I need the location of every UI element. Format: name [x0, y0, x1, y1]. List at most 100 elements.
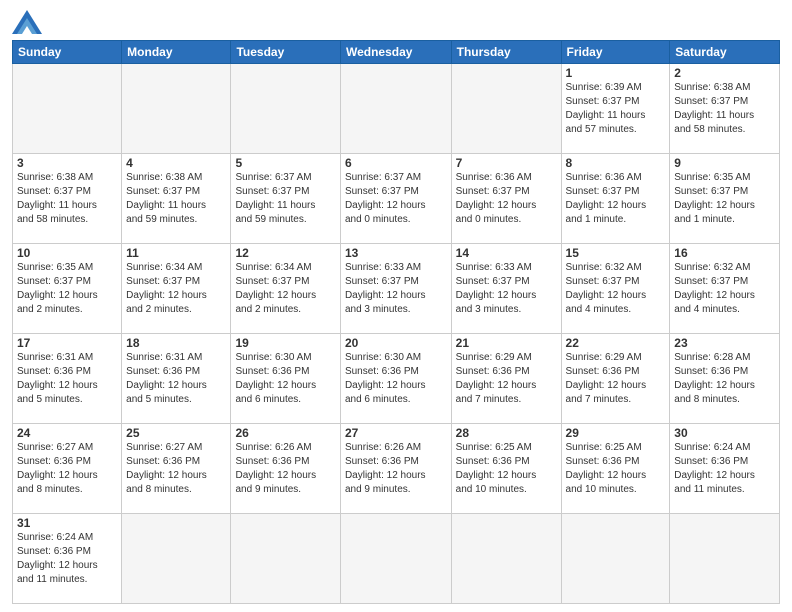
logo [12, 10, 46, 34]
calendar-cell [670, 514, 780, 604]
calendar-cell: 4Sunrise: 6:38 AMSunset: 6:37 PMDaylight… [122, 154, 231, 244]
calendar-cell: 28Sunrise: 6:25 AMSunset: 6:36 PMDayligh… [451, 424, 561, 514]
day-number: 18 [126, 336, 226, 350]
day-info: Sunrise: 6:30 AMSunset: 6:36 PMDaylight:… [235, 351, 335, 407]
calendar-cell: 30Sunrise: 6:24 AMSunset: 6:36 PMDayligh… [670, 424, 780, 514]
logo-icon [12, 10, 42, 34]
day-info: Sunrise: 6:35 AMSunset: 6:37 PMDaylight:… [674, 171, 775, 227]
day-info: Sunrise: 6:37 AMSunset: 6:37 PMDaylight:… [345, 171, 447, 227]
calendar-cell: 17Sunrise: 6:31 AMSunset: 6:36 PMDayligh… [13, 334, 122, 424]
calendar-cell [451, 64, 561, 154]
day-number: 9 [674, 156, 775, 170]
day-number: 19 [235, 336, 335, 350]
header-sunday: Sunday [13, 41, 122, 64]
day-number: 28 [456, 426, 557, 440]
day-number: 11 [126, 246, 226, 260]
day-number: 17 [17, 336, 117, 350]
day-info: Sunrise: 6:34 AMSunset: 6:37 PMDaylight:… [126, 261, 226, 317]
calendar-cell: 26Sunrise: 6:26 AMSunset: 6:36 PMDayligh… [231, 424, 340, 514]
day-number: 4 [126, 156, 226, 170]
day-info: Sunrise: 6:34 AMSunset: 6:37 PMDaylight:… [235, 261, 335, 317]
calendar-cell: 6Sunrise: 6:37 AMSunset: 6:37 PMDaylight… [340, 154, 451, 244]
day-info: Sunrise: 6:25 AMSunset: 6:36 PMDaylight:… [456, 441, 557, 497]
calendar-cell [561, 514, 670, 604]
calendar-week-row: 1Sunrise: 6:39 AMSunset: 6:37 PMDaylight… [13, 64, 780, 154]
calendar-cell: 5Sunrise: 6:37 AMSunset: 6:37 PMDaylight… [231, 154, 340, 244]
calendar-cell: 29Sunrise: 6:25 AMSunset: 6:36 PMDayligh… [561, 424, 670, 514]
calendar-cell: 11Sunrise: 6:34 AMSunset: 6:37 PMDayligh… [122, 244, 231, 334]
day-number: 12 [235, 246, 335, 260]
day-info: Sunrise: 6:38 AMSunset: 6:37 PMDaylight:… [17, 171, 117, 227]
day-number: 5 [235, 156, 335, 170]
day-info: Sunrise: 6:31 AMSunset: 6:36 PMDaylight:… [126, 351, 226, 407]
calendar-cell: 24Sunrise: 6:27 AMSunset: 6:36 PMDayligh… [13, 424, 122, 514]
day-info: Sunrise: 6:37 AMSunset: 6:37 PMDaylight:… [235, 171, 335, 227]
day-number: 1 [566, 66, 666, 80]
day-info: Sunrise: 6:30 AMSunset: 6:36 PMDaylight:… [345, 351, 447, 407]
calendar-cell: 2Sunrise: 6:38 AMSunset: 6:37 PMDaylight… [670, 64, 780, 154]
day-number: 27 [345, 426, 447, 440]
day-number: 10 [17, 246, 117, 260]
calendar-week-row: 31Sunrise: 6:24 AMSunset: 6:36 PMDayligh… [13, 514, 780, 604]
day-info: Sunrise: 6:24 AMSunset: 6:36 PMDaylight:… [17, 531, 117, 587]
header-thursday: Thursday [451, 41, 561, 64]
header-saturday: Saturday [670, 41, 780, 64]
day-info: Sunrise: 6:36 AMSunset: 6:37 PMDaylight:… [566, 171, 666, 227]
calendar-cell: 12Sunrise: 6:34 AMSunset: 6:37 PMDayligh… [231, 244, 340, 334]
day-number: 14 [456, 246, 557, 260]
calendar-cell: 16Sunrise: 6:32 AMSunset: 6:37 PMDayligh… [670, 244, 780, 334]
day-info: Sunrise: 6:24 AMSunset: 6:36 PMDaylight:… [674, 441, 775, 497]
calendar-cell: 22Sunrise: 6:29 AMSunset: 6:36 PMDayligh… [561, 334, 670, 424]
day-number: 31 [17, 516, 117, 530]
day-number: 22 [566, 336, 666, 350]
calendar-cell: 3Sunrise: 6:38 AMSunset: 6:37 PMDaylight… [13, 154, 122, 244]
calendar-cell: 18Sunrise: 6:31 AMSunset: 6:36 PMDayligh… [122, 334, 231, 424]
calendar-cell: 25Sunrise: 6:27 AMSunset: 6:36 PMDayligh… [122, 424, 231, 514]
calendar-cell: 14Sunrise: 6:33 AMSunset: 6:37 PMDayligh… [451, 244, 561, 334]
calendar-week-row: 3Sunrise: 6:38 AMSunset: 6:37 PMDaylight… [13, 154, 780, 244]
day-info: Sunrise: 6:25 AMSunset: 6:36 PMDaylight:… [566, 441, 666, 497]
day-info: Sunrise: 6:32 AMSunset: 6:37 PMDaylight:… [674, 261, 775, 317]
day-number: 30 [674, 426, 775, 440]
calendar-cell [122, 64, 231, 154]
calendar-cell [451, 514, 561, 604]
calendar-cell [231, 64, 340, 154]
calendar-cell [340, 64, 451, 154]
day-info: Sunrise: 6:32 AMSunset: 6:37 PMDaylight:… [566, 261, 666, 317]
calendar-cell: 19Sunrise: 6:30 AMSunset: 6:36 PMDayligh… [231, 334, 340, 424]
day-info: Sunrise: 6:27 AMSunset: 6:36 PMDaylight:… [17, 441, 117, 497]
day-number: 7 [456, 156, 557, 170]
calendar-page: Sunday Monday Tuesday Wednesday Thursday… [0, 0, 792, 612]
day-info: Sunrise: 6:33 AMSunset: 6:37 PMDaylight:… [456, 261, 557, 317]
calendar-cell [231, 514, 340, 604]
header-monday: Monday [122, 41, 231, 64]
calendar-week-row: 10Sunrise: 6:35 AMSunset: 6:37 PMDayligh… [13, 244, 780, 334]
calendar-cell: 10Sunrise: 6:35 AMSunset: 6:37 PMDayligh… [13, 244, 122, 334]
day-number: 3 [17, 156, 117, 170]
calendar-cell: 9Sunrise: 6:35 AMSunset: 6:37 PMDaylight… [670, 154, 780, 244]
calendar-header-row: Sunday Monday Tuesday Wednesday Thursday… [13, 41, 780, 64]
calendar-table: Sunday Monday Tuesday Wednesday Thursday… [12, 40, 780, 604]
header [12, 10, 780, 34]
day-number: 29 [566, 426, 666, 440]
calendar-cell: 27Sunrise: 6:26 AMSunset: 6:36 PMDayligh… [340, 424, 451, 514]
calendar-cell: 13Sunrise: 6:33 AMSunset: 6:37 PMDayligh… [340, 244, 451, 334]
header-friday: Friday [561, 41, 670, 64]
calendar-cell: 15Sunrise: 6:32 AMSunset: 6:37 PMDayligh… [561, 244, 670, 334]
day-number: 25 [126, 426, 226, 440]
day-info: Sunrise: 6:31 AMSunset: 6:36 PMDaylight:… [17, 351, 117, 407]
day-number: 20 [345, 336, 447, 350]
day-info: Sunrise: 6:26 AMSunset: 6:36 PMDaylight:… [235, 441, 335, 497]
day-info: Sunrise: 6:27 AMSunset: 6:36 PMDaylight:… [126, 441, 226, 497]
day-number: 24 [17, 426, 117, 440]
day-number: 13 [345, 246, 447, 260]
day-info: Sunrise: 6:29 AMSunset: 6:36 PMDaylight:… [456, 351, 557, 407]
calendar-cell: 1Sunrise: 6:39 AMSunset: 6:37 PMDaylight… [561, 64, 670, 154]
calendar-cell: 20Sunrise: 6:30 AMSunset: 6:36 PMDayligh… [340, 334, 451, 424]
calendar-cell [340, 514, 451, 604]
day-number: 16 [674, 246, 775, 260]
calendar-week-row: 17Sunrise: 6:31 AMSunset: 6:36 PMDayligh… [13, 334, 780, 424]
day-number: 21 [456, 336, 557, 350]
calendar-cell: 31Sunrise: 6:24 AMSunset: 6:36 PMDayligh… [13, 514, 122, 604]
day-number: 15 [566, 246, 666, 260]
